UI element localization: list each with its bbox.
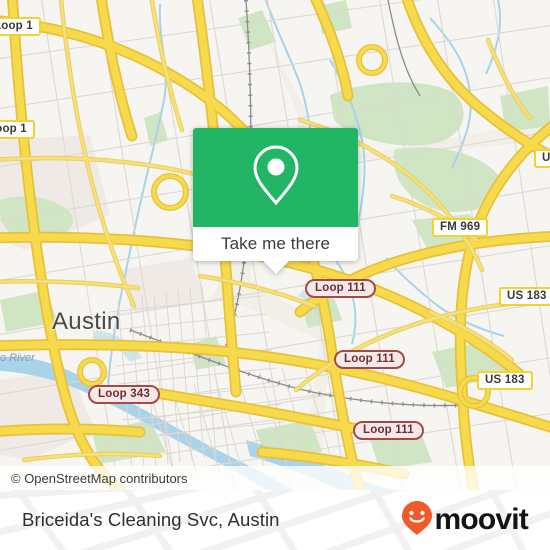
city-label-austin: Austin [52, 308, 121, 335]
shield-us-183-upper[interactable]: US 183 [499, 287, 550, 306]
page-title: Briceida's Cleaning Svc, Austin [22, 509, 280, 530]
attribution-text: © OpenStreetMap contributors [11, 470, 188, 486]
take-me-there-button[interactable]: Take me there [193, 227, 358, 261]
bottom-bar-content: Briceida's Cleaning Svc, Austin moovit [0, 490, 550, 550]
moovit-logo[interactable]: moovit [401, 500, 529, 541]
shield-fm-969[interactable]: FM 969 [432, 218, 489, 237]
shield-loop-1-top[interactable]: Loop 1 [0, 17, 41, 36]
shield-loop-1-bottom[interactable]: Loop 1 [0, 120, 35, 139]
map-attribution: © OpenStreetMap contributors [0, 466, 550, 490]
callout-tail [262, 260, 290, 274]
callout-header [193, 128, 358, 227]
shield-loop-111-top[interactable]: Loop 111 [305, 279, 376, 298]
shield-loop-111-bot[interactable]: Loop 111 [353, 421, 424, 440]
location-pin-icon [249, 142, 303, 213]
shield-us-183-edge[interactable]: US [534, 149, 550, 168]
moovit-smiling-pin-icon [401, 500, 433, 541]
shield-loop-111-mid[interactable]: Loop 111 [334, 350, 405, 369]
map-canvas[interactable]: Austin o River Loop 1 Loop 1 FM 969 US U… [0, 0, 550, 490]
map-screenshot: Austin o River Loop 1 Loop 1 FM 969 US U… [0, 0, 550, 550]
moovit-wordmark: moovit [434, 503, 528, 536]
map-marker-callout[interactable]: Take me there [193, 128, 358, 274]
shield-loop-343[interactable]: Loop 343 [88, 385, 161, 404]
bottom-info-bar: Briceida's Cleaning Svc, Austin moovit [0, 490, 550, 550]
river-label-colorado: o River [0, 352, 35, 364]
shield-us-183-lower[interactable]: US 183 [477, 371, 533, 390]
